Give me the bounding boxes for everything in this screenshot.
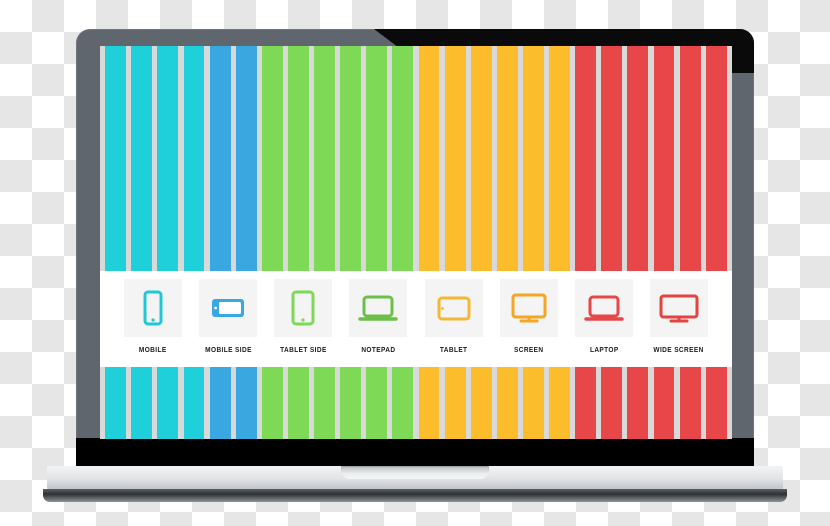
laptop-illustration: MOBILE MOBILE SIDE TABLET SIDE NOTEPAD TABLE… xyxy=(0,0,830,526)
device-icon-row: MOBILE MOBILE SIDE TABLET SIDE NOTEPAD TABLE… xyxy=(100,271,732,367)
laptop-screen: MOBILE MOBILE SIDE TABLET SIDE NOTEPAD TABLE… xyxy=(100,46,732,439)
device-cell-laptop[interactable]: LAPTOP xyxy=(573,271,635,354)
device-cell-notepad[interactable]: NOTEPAD xyxy=(347,271,409,354)
mobile-phone-icon xyxy=(124,279,182,337)
wide-monitor-icon xyxy=(649,279,708,337)
stripes-bottom xyxy=(100,367,732,439)
device-cell-tablet-side[interactable]: TABLET SIDE xyxy=(272,271,334,354)
device-cell-wide-screen[interactable]: WIDE SCREEN xyxy=(648,271,710,354)
device-chart-band: MOBILE MOBILE SIDE TABLET SIDE NOTEPAD TABLE… xyxy=(100,271,732,367)
device-label: MOBILE SIDE xyxy=(204,345,252,354)
device-cell-mobile-side[interactable]: MOBILE SIDE xyxy=(197,271,259,354)
device-label: LAPTOP xyxy=(589,345,619,354)
screen-content: MOBILE MOBILE SIDE TABLET SIDE NOTEPAD TABLE… xyxy=(100,46,732,439)
notebook-laptop-icon xyxy=(349,279,408,337)
device-label: TABLET xyxy=(439,345,468,354)
laptop-base-notch xyxy=(341,466,489,479)
device-cell-screen[interactable]: SCREEN xyxy=(498,271,560,354)
monitor-icon xyxy=(499,279,558,337)
tablet-landscape-icon xyxy=(424,279,483,337)
laptop-lid: MOBILE MOBILE SIDE TABLET SIDE NOTEPAD TABLE… xyxy=(76,29,754,466)
stripes-top xyxy=(100,46,732,271)
device-label: MOBILE xyxy=(139,345,167,354)
device-label: SCREEN xyxy=(513,345,544,354)
mobile-phone-landscape-icon xyxy=(199,279,258,337)
tablet-portrait-icon xyxy=(274,279,333,337)
laptop-icon xyxy=(574,279,633,337)
device-label: NOTEPAD xyxy=(361,345,396,354)
device-cell-tablet[interactable]: TABLET xyxy=(423,271,485,354)
device-cell-mobile[interactable]: MOBILE xyxy=(122,271,184,354)
device-label: TABLET SIDE xyxy=(280,345,327,354)
device-label: WIDE SCREEN xyxy=(653,345,705,354)
laptop-base-lip xyxy=(43,489,787,502)
